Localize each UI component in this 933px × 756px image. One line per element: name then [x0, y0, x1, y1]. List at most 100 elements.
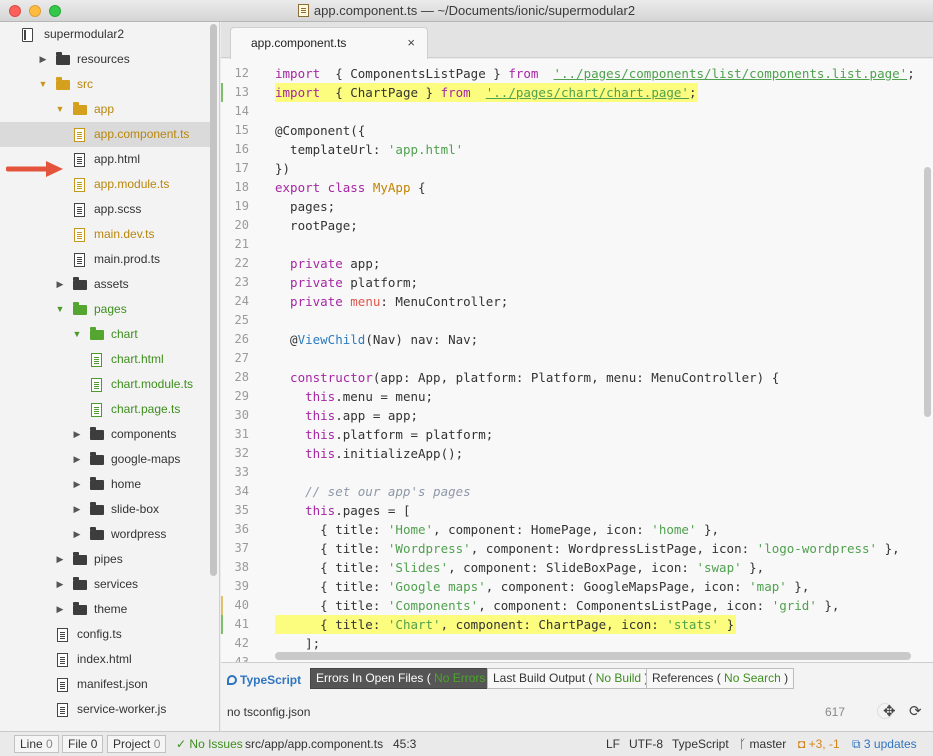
code-line[interactable]: 26 @ViewChild(Nav) nav: Nav; — [221, 330, 933, 349]
tree-file[interactable]: chart.page.ts — [0, 397, 210, 422]
tree-folder[interactable]: ▼ src — [0, 72, 210, 97]
chevron-right-icon[interactable]: ▶ — [55, 547, 65, 572]
chevron-right-icon[interactable]: ▶ — [38, 47, 48, 72]
chevron-right-icon[interactable]: ▶ — [72, 472, 82, 497]
code-line[interactable]: 38 { title: 'Slides', component: SlideBo… — [221, 558, 933, 577]
code-line[interactable]: 25 — [221, 311, 933, 330]
chevron-down-icon[interactable]: ▼ — [72, 322, 82, 347]
code-line[interactable]: 32 this.initializeApp(); — [221, 444, 933, 463]
tree-folder[interactable]: ▶ wordpress — [0, 522, 210, 547]
linter-project-tab[interactable]: Project 0 — [107, 735, 167, 753]
tree-file[interactable]: app.scss — [0, 197, 210, 222]
file-icon — [74, 153, 85, 167]
line-ending[interactable]: LF — [606, 737, 620, 751]
project-tree[interactable]: supermodular2 ▶ resources ▼ src ▼ app app.comp… — [0, 22, 220, 731]
code-line[interactable]: 35 this.pages = [ — [221, 501, 933, 520]
git-diff[interactable]: ◘ +3, -1 — [798, 737, 840, 751]
code-line[interactable]: 28 constructor(app: App, platform: Platf… — [221, 368, 933, 387]
code-line[interactable]: 19 pages; — [221, 197, 933, 216]
chevron-right-icon[interactable]: ▶ — [55, 597, 65, 622]
code-line[interactable]: 42 ]; — [221, 634, 933, 653]
chevron-down-icon[interactable]: ▼ — [55, 97, 65, 122]
code-line[interactable]: 40 { title: 'Components', component: Com… — [221, 596, 933, 615]
code-token: ; — [688, 85, 697, 100]
tree-folder[interactable]: ▶ slide-box — [0, 497, 210, 522]
encoding[interactable]: UTF-8 — [629, 737, 663, 751]
git-branch[interactable]: ᚴ master — [739, 737, 786, 751]
tree-root[interactable]: supermodular2 — [0, 22, 210, 47]
tree-folder[interactable]: ▶ pipes — [0, 547, 210, 572]
code-line[interactable]: 29 this.menu = menu; — [221, 387, 933, 406]
tree-item-label: config.ts — [77, 627, 122, 641]
package-updates[interactable]: ⧉ 3 updates — [852, 737, 917, 752]
references-button[interactable]: References ( No Search ) — [646, 668, 795, 689]
issues-status[interactable]: ✓ No Issues — [176, 737, 243, 751]
code-line[interactable]: 39 { title: 'Google maps', component: Go… — [221, 577, 933, 596]
chevron-right-icon[interactable]: ▶ — [55, 272, 65, 297]
grammar[interactable]: TypeScript — [672, 737, 729, 751]
close-icon[interactable]: × — [407, 35, 415, 50]
code-line[interactable]: 17}) — [221, 159, 933, 178]
tree-folder[interactable]: ▶ services — [0, 572, 210, 597]
code-line[interactable]: 36 { title: 'Home', component: HomePage,… — [221, 520, 933, 539]
tab-app-component[interactable]: app.component.ts × — [230, 27, 428, 59]
tree-folder[interactable]: ▼ pages — [0, 297, 210, 322]
code-line[interactable]: 22 private app; — [221, 254, 933, 273]
code-line[interactable]: 12 import { ComponentsListPage } from '..… — [221, 64, 933, 83]
tree-folder[interactable]: ▶ google-maps — [0, 447, 210, 472]
code-line[interactable]: 24 private menu: MenuController; — [221, 292, 933, 311]
code-line[interactable]: 13 import { ChartPage } from '../pages/ch… — [221, 83, 933, 102]
last-build-output-button[interactable]: Last Build Output ( No Build ) — [487, 668, 655, 689]
tree-file[interactable]: index.html — [0, 647, 210, 672]
tree-folder[interactable]: ▼ chart — [0, 322, 210, 347]
tree-scrollbar[interactable] — [210, 24, 217, 576]
tree-file[interactable]: main.prod.ts — [0, 247, 210, 272]
chevron-down-icon[interactable]: ▼ — [38, 72, 48, 97]
tree-file[interactable]: app.component.ts — [0, 122, 210, 147]
linter-file-tab[interactable]: File 0 — [62, 735, 104, 753]
file-path[interactable]: src/app/app.component.ts — [245, 737, 383, 751]
chevron-right-icon[interactable]: ▶ — [55, 572, 65, 597]
code-line[interactable]: 33 — [221, 463, 933, 482]
code-line[interactable]: 30 this.app = app; — [221, 406, 933, 425]
code-line[interactable]: 27 — [221, 349, 933, 368]
tree-file[interactable]: config.ts — [0, 622, 210, 647]
code-line[interactable]: 21 — [221, 235, 933, 254]
code-line[interactable]: 31 this.platform = platform; — [221, 425, 933, 444]
code-line[interactable]: 15 @Component({ — [221, 121, 933, 140]
code-line[interactable]: 14 — [221, 102, 933, 121]
code-line[interactable]: 41 { title: 'Chart', component: ChartPag… — [221, 615, 933, 634]
vertical-scrollbar[interactable] — [924, 167, 931, 417]
typescript-logo[interactable]: TypeScript — [227, 673, 301, 687]
code-editor[interactable]: 12 import { ComponentsListPage } from '..… — [221, 59, 933, 662]
linter-line-tab[interactable]: Line 0 — [14, 735, 59, 753]
tree-file[interactable]: chart.html — [0, 347, 210, 372]
tree-folder[interactable]: ▶ components — [0, 422, 210, 447]
tree-folder[interactable]: ▶ resources — [0, 47, 210, 72]
tree-file[interactable]: service-worker.js — [0, 697, 210, 722]
file-icon — [57, 703, 68, 717]
tree-folder[interactable]: ▶ home — [0, 472, 210, 497]
code-line[interactable]: 34 // set our app's pages — [221, 482, 933, 501]
tree-folder[interactable]: ▼ app — [0, 97, 210, 122]
chevron-right-icon[interactable]: ▶ — [72, 522, 82, 547]
code-line[interactable]: 18 export class MyApp { — [221, 178, 933, 197]
code-line[interactable]: 16 templateUrl: 'app.html' — [221, 140, 933, 159]
horizontal-scrollbar[interactable] — [275, 652, 911, 660]
tree-file[interactable]: chart.module.ts — [0, 372, 210, 397]
cursor-position[interactable]: 45:3 — [393, 737, 416, 751]
chevron-right-icon[interactable]: ▶ — [72, 447, 82, 472]
tree-folder[interactable]: ▶ assets — [0, 272, 210, 297]
code-line[interactable]: 37 { title: 'Wordpress', component: Word… — [221, 539, 933, 558]
tree-file[interactable]: manifest.json — [0, 672, 210, 697]
chevron-right-icon[interactable]: ▶ — [72, 422, 82, 447]
tree-file[interactable]: main.dev.ts — [0, 222, 210, 247]
chevron-right-icon[interactable]: ▶ — [72, 497, 82, 522]
refresh-icon[interactable]: ⟳ — [909, 702, 922, 720]
code-line[interactable]: 20 rootPage; — [221, 216, 933, 235]
chevron-down-icon[interactable]: ▼ — [55, 297, 65, 322]
move-icon[interactable]: ✥ — [883, 702, 896, 720]
tree-folder[interactable]: ▶ theme — [0, 597, 210, 622]
errors-in-open-files-button[interactable]: Errors In Open Files ( No Errors ) — [310, 668, 499, 689]
code-line[interactable]: 23 private platform; — [221, 273, 933, 292]
